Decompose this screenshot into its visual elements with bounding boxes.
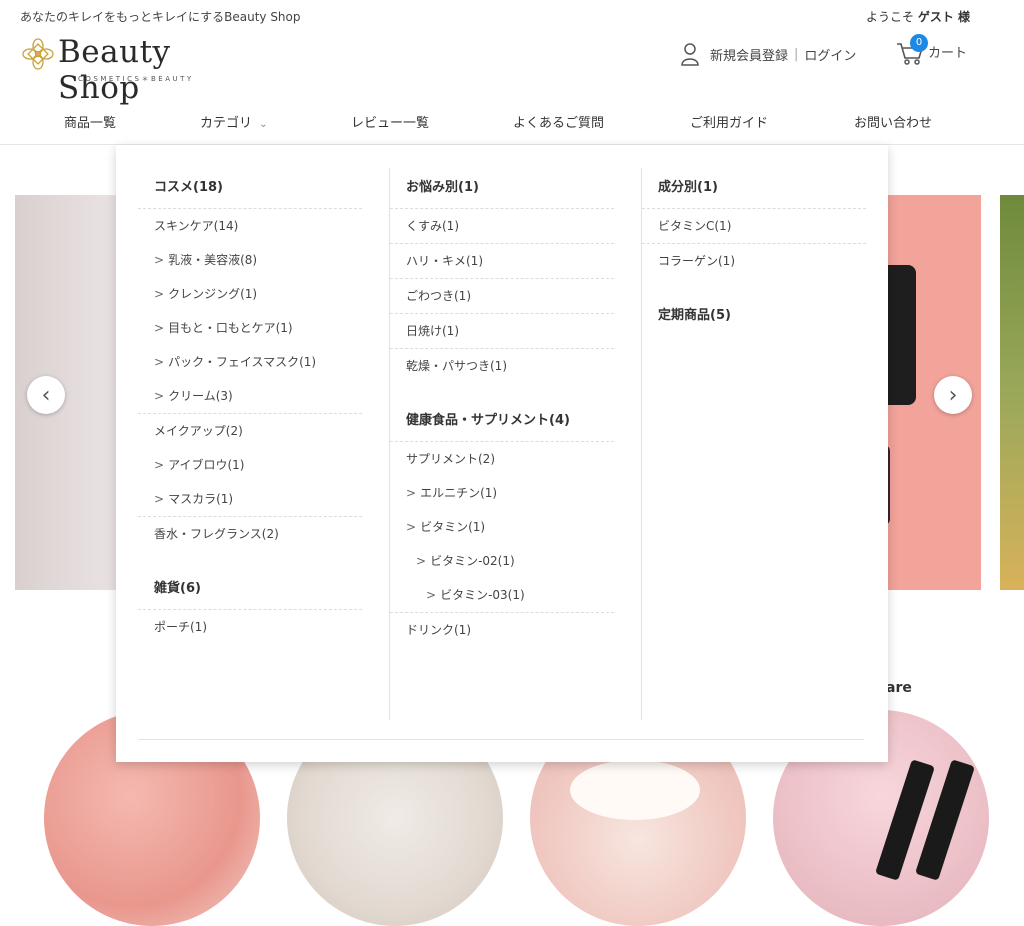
user-icon — [681, 43, 699, 66]
category-supplement[interactable]: サプリメント(2) — [390, 442, 614, 476]
site-tagline: あなたのキレイをもっとキレイにするBeauty Shop — [20, 10, 301, 24]
welcome-prefix: ようこそ — [865, 10, 914, 24]
login-link[interactable]: ログイン — [804, 45, 856, 64]
category-vitamin-02[interactable]: > ビタミン-02(1) — [390, 544, 614, 578]
logo-subtitle: COSMETICS＊BEAUTY — [78, 75, 194, 83]
cart-icon-wrap: 0 — [896, 34, 928, 66]
cream-image — [570, 760, 700, 820]
category-heading-health[interactable]: 健康食品・サプリメント(4) — [390, 401, 614, 442]
category-ergo[interactable]: > エルニチン(1) — [390, 476, 614, 510]
category-eye-lip-care[interactable]: > 目もと・口もとケア(1) — [138, 311, 362, 345]
nav-item-faq[interactable]: よくあるご質問 — [513, 112, 604, 131]
category-heading-cosme[interactable]: コスメ(18) — [138, 168, 362, 209]
cart-label: カート — [928, 45, 968, 61]
slider-next-button[interactable]: › — [934, 376, 972, 414]
nav-item-category[interactable]: カテゴリ ⌄ — [200, 112, 268, 131]
category-heading-concerns[interactable]: お悩み別(1) — [390, 168, 614, 209]
category-label: 目もと・口もとケア(1) — [168, 321, 293, 335]
category-vitamin-03[interactable]: > ビタミン-03(1) — [390, 578, 614, 613]
nav-item-reviews[interactable]: レビュー一覧 — [351, 112, 429, 131]
category-cleansing[interactable]: > クレンジング(1) — [138, 277, 362, 311]
mega-column-ingredients: 成分別(1) ビタミンC(1) コラーゲン(1) 定期商品(5) — [641, 168, 866, 720]
category-pouch[interactable]: ポーチ(1) — [138, 610, 362, 644]
chevron-right-icon: › — [948, 382, 958, 408]
chevron-left-icon: ‹ — [41, 382, 51, 408]
chevron-right-icon: > — [154, 287, 165, 301]
mega-menu-bottom-divider — [138, 739, 864, 740]
divider: | — [794, 46, 799, 62]
account-links: 新規会員登録 | ログイン — [680, 42, 856, 66]
category-collagen[interactable]: コラーゲン(1) — [642, 244, 866, 278]
mega-column-cosmetics: コスメ(18) スキンケア(14) > 乳液・美容液(8) > クレンジング(1) … — [138, 168, 362, 720]
chevron-right-icon: > — [416, 554, 427, 568]
category-fragrance[interactable]: 香水・フレグランス(2) — [138, 517, 362, 551]
cart-button[interactable]: 0 カート — [896, 34, 968, 66]
category-heading-ingredients[interactable]: 成分別(1) — [642, 168, 866, 209]
chevron-right-icon: > — [154, 389, 165, 403]
category-makeup[interactable]: メイクアップ(2) — [138, 414, 362, 448]
chevron-right-icon: > — [154, 253, 165, 267]
chevron-down-icon: ⌄ — [259, 119, 268, 130]
category-label: パック・フェイスマスク(1) — [168, 355, 317, 369]
category-label: マスカラ(1) — [168, 492, 234, 506]
global-nav: 商品一覧 カテゴリ ⌄ レビュー一覧 よくあるご質問 ご利用ガイド お問い合わせ — [0, 100, 1024, 145]
category-heading-zakka[interactable]: 雑貨(6) — [138, 569, 362, 610]
category-label: アイブロウ(1) — [168, 458, 245, 472]
category-skincare[interactable]: スキンケア(14) — [138, 209, 362, 243]
chevron-right-icon: > — [426, 588, 437, 602]
category-dullness[interactable]: くすみ(1) — [390, 209, 614, 244]
category-vitamin[interactable]: > ビタミン(1) — [390, 510, 614, 544]
category-sunburn[interactable]: 日焼け(1) — [390, 314, 614, 349]
mega-column-concerns: お悩み別(1) くすみ(1) ハリ・キメ(1) ごわつき(1) 日焼け(1) 乾… — [389, 168, 614, 720]
logo-text: Beauty Shop — [58, 34, 171, 106]
slider-prev-button[interactable]: ‹ — [27, 376, 65, 414]
category-label: 乳液・美容液(8) — [168, 253, 258, 267]
category-drink[interactable]: ドリンク(1) — [390, 613, 614, 647]
category-cream[interactable]: > クリーム(3) — [138, 379, 362, 414]
category-face-mask[interactable]: > パック・フェイスマスク(1) — [138, 345, 362, 379]
category-roughness[interactable]: ごわつき(1) — [390, 279, 614, 314]
chevron-right-icon: > — [154, 321, 165, 335]
category-eyebrow[interactable]: > アイブロウ(1) — [138, 448, 362, 482]
cart-count-badge: 0 — [910, 34, 928, 52]
flower-logo-icon — [22, 38, 54, 70]
section-heading-fragment: are — [886, 680, 912, 696]
category-milk-serum[interactable]: > 乳液・美容液(8) — [138, 243, 362, 277]
category-label: ビタミン-03(1) — [440, 588, 525, 602]
nav-item-contact[interactable]: お問い合わせ — [854, 112, 932, 131]
category-mega-menu: コスメ(18) スキンケア(14) > 乳液・美容液(8) > クレンジング(1) … — [116, 145, 888, 762]
welcome-user: ゲスト 様 — [917, 10, 970, 24]
category-label: エルニチン(1) — [420, 486, 498, 500]
chevron-right-icon: > — [154, 458, 165, 472]
chevron-right-icon: > — [406, 520, 417, 534]
category-label: クリーム(3) — [168, 389, 233, 403]
category-firmness[interactable]: ハリ・キメ(1) — [390, 244, 614, 279]
category-label: ビタミン-02(1) — [430, 554, 515, 568]
register-link[interactable]: 新規会員登録 — [710, 45, 788, 64]
category-mascara[interactable]: > マスカラ(1) — [138, 482, 362, 517]
chevron-right-icon: > — [154, 492, 165, 506]
nav-item-category-label: カテゴリ — [200, 116, 253, 131]
welcome-message: ようこそ ゲスト 様 — [866, 8, 970, 25]
category-heading-subscription[interactable]: 定期商品(5) — [642, 296, 866, 336]
nav-item-guide[interactable]: ご利用ガイド — [690, 112, 768, 131]
category-label: ビタミン(1) — [420, 520, 486, 534]
chevron-right-icon: > — [154, 355, 165, 369]
category-dryness[interactable]: 乾燥・パサつき(1) — [390, 349, 614, 383]
category-label: クレンジング(1) — [168, 287, 258, 301]
category-vitamin-c[interactable]: ビタミンC(1) — [642, 209, 866, 244]
chevron-right-icon: > — [406, 486, 417, 500]
nav-item-products[interactable]: 商品一覧 — [64, 112, 116, 131]
site-logo[interactable]: Beauty Shop COSMETICS＊BEAUTY — [22, 34, 262, 106]
slide-image-far — [1000, 195, 1024, 590]
